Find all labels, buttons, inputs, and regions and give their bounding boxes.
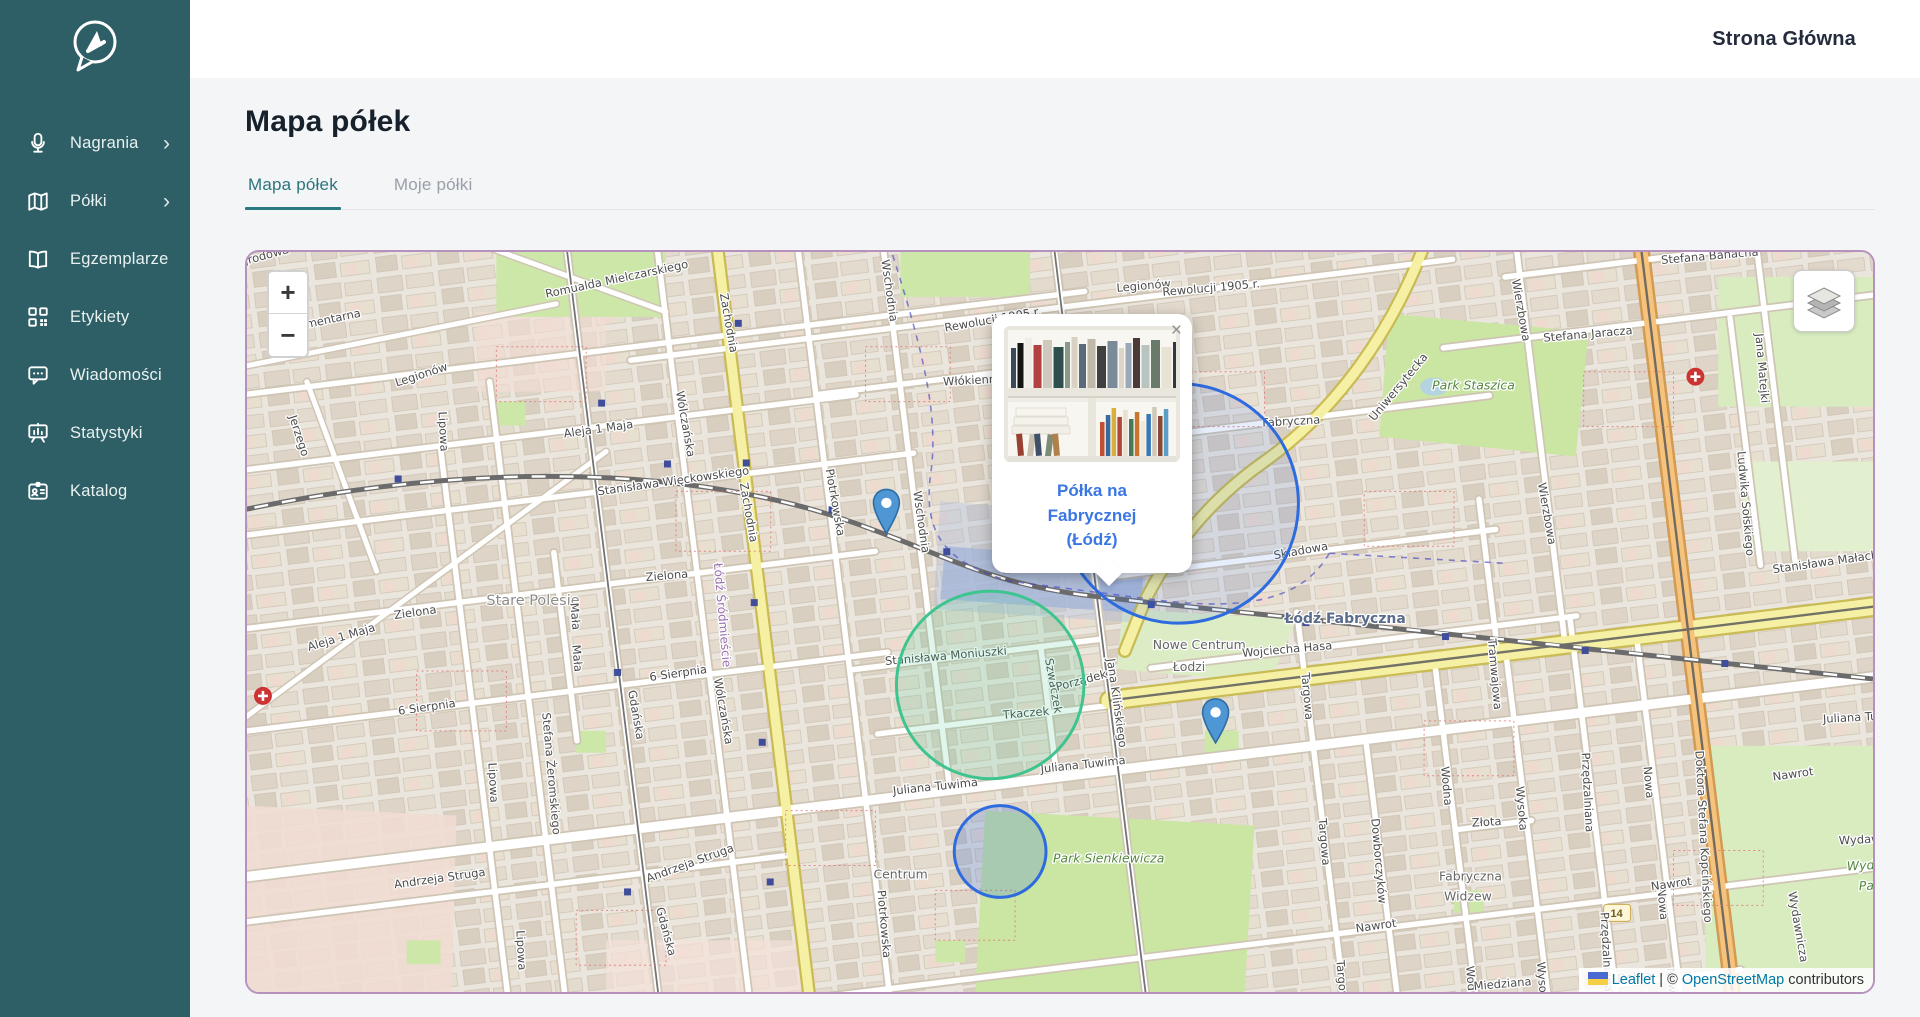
- svg-text:Złota: Złota: [1471, 814, 1501, 830]
- svg-text:Mała: Mała: [567, 602, 583, 630]
- svg-text:Wydawi: Wydawi: [1846, 856, 1873, 874]
- sidebar-item-polki[interactable]: Półki ›: [0, 172, 190, 230]
- svg-text:Nowa: Nowa: [1641, 766, 1658, 799]
- chevron-right-icon: ›: [163, 133, 170, 154]
- sidebar-item-nagrania[interactable]: Nagrania ›: [0, 114, 190, 172]
- svg-text:Park Sienkiewicza: Park Sienkiewicza: [1053, 850, 1164, 865]
- id-card-icon: [26, 478, 52, 504]
- layers-control[interactable]: [1793, 270, 1855, 332]
- zoom-in-button[interactable]: +: [269, 272, 307, 314]
- ukraine-flag-icon: [1588, 972, 1608, 985]
- svg-text:Łódź Fabryczna: Łódź Fabryczna: [1283, 611, 1405, 627]
- svg-text:Mała: Mała: [569, 644, 585, 672]
- svg-text:Łodzi: Łodzi: [1172, 659, 1206, 674]
- svg-text:Lipowa: Lipowa: [513, 930, 529, 971]
- svg-text:Centrum: Centrum: [873, 866, 927, 881]
- microphone-icon: [26, 130, 52, 156]
- popup-close-icon[interactable]: ×: [1171, 321, 1182, 340]
- svg-text:Wydaw: Wydaw: [1838, 831, 1872, 847]
- shelf-radius-circle[interactable]: [954, 806, 1046, 898]
- bookshelf-photo: [1004, 326, 1180, 462]
- page-title: Mapa półek: [245, 105, 1920, 139]
- openstreetmap-link[interactable]: OpenStreetMap: [1682, 972, 1784, 988]
- sidebar-item-etykiety[interactable]: Etykiety: [0, 288, 190, 346]
- tab-moje-polki[interactable]: Moje półki: [391, 175, 476, 209]
- sidebar-item-wiadomosci[interactable]: Wiadomości: [0, 346, 190, 404]
- sidebar-item-label: Nagrania: [70, 134, 163, 153]
- popup-shelf-link[interactable]: Półka na Fabrycznej (Łódź): [1004, 479, 1180, 553]
- sidebar-item-statystyki[interactable]: Statystyki: [0, 404, 190, 462]
- svg-text:Nowe Centrum: Nowe Centrum: [1153, 637, 1246, 652]
- svg-text:Lipowa: Lipowa: [436, 411, 452, 452]
- sidebar-item-label: Wiadomości: [70, 366, 170, 385]
- svg-text:Par: Par: [1858, 877, 1873, 893]
- sidebar-item-katalog[interactable]: Katalog: [0, 462, 190, 520]
- zoom-out-button[interactable]: −: [269, 314, 307, 356]
- leaflet-link[interactable]: Leaflet: [1612, 972, 1656, 988]
- svg-text:Juliana Tu: Juliana Tu: [1822, 709, 1873, 726]
- sidebar-item-label: Etykiety: [70, 308, 170, 327]
- sidebar-item-label: Katalog: [70, 482, 170, 501]
- chevron-right-icon: ›: [163, 191, 170, 212]
- top-header: Strona Główna: [190, 0, 1920, 78]
- svg-text:Park Staszica: Park Staszica: [1432, 378, 1515, 393]
- qr-code-icon: [26, 304, 52, 330]
- speech-bubble-logo-icon: [66, 16, 124, 76]
- svg-text:Widzew: Widzew: [1444, 888, 1492, 903]
- app-logo[interactable]: [0, 0, 190, 88]
- svg-text:Fabryczna: Fabryczna: [1439, 868, 1502, 883]
- sidebar-item-egzemplarze[interactable]: Egzemplarze: [0, 230, 190, 288]
- main-content: Mapa półek Mapa półek Moje półki: [190, 78, 1920, 1017]
- tab-bar: Mapa półek Moje półki: [245, 175, 1875, 210]
- home-nav-link[interactable]: Strona Główna: [1712, 28, 1856, 51]
- leaflet-map[interactable]: 14 OgrodowaCmentarnaLegionówLegionówRomu…: [245, 250, 1875, 994]
- shelf-radius-circle[interactable]: [896, 591, 1084, 779]
- sidebar-item-label: Egzemplarze: [70, 250, 170, 269]
- chat-bubble-icon: [26, 362, 52, 388]
- map-attribution: Leaflet | © OpenStreetMap contributors: [1579, 968, 1873, 992]
- sidebar-item-label: Statystyki: [70, 424, 170, 443]
- open-book-icon: [26, 246, 52, 272]
- tab-mapa-polek[interactable]: Mapa półek: [245, 175, 341, 209]
- map-popup: × Półka na Fabrycznej (Łódź): [992, 314, 1192, 573]
- layers-icon: [1803, 280, 1845, 322]
- svg-text:Lipowa: Lipowa: [485, 762, 501, 803]
- zoom-control: + −: [267, 270, 309, 358]
- sidebar: Nagrania › Półki › Egzemplarze: [0, 0, 190, 1017]
- svg-text:Stare Polesie: Stare Polesie: [486, 593, 579, 609]
- chart-board-icon: [26, 420, 52, 446]
- folded-map-icon: [26, 188, 52, 214]
- svg-text:Wysoka: Wysoka: [1534, 961, 1552, 994]
- sidebar-item-label: Półki: [70, 192, 163, 211]
- sidebar-nav: Nagrania › Półki › Egzemplarze: [0, 114, 190, 520]
